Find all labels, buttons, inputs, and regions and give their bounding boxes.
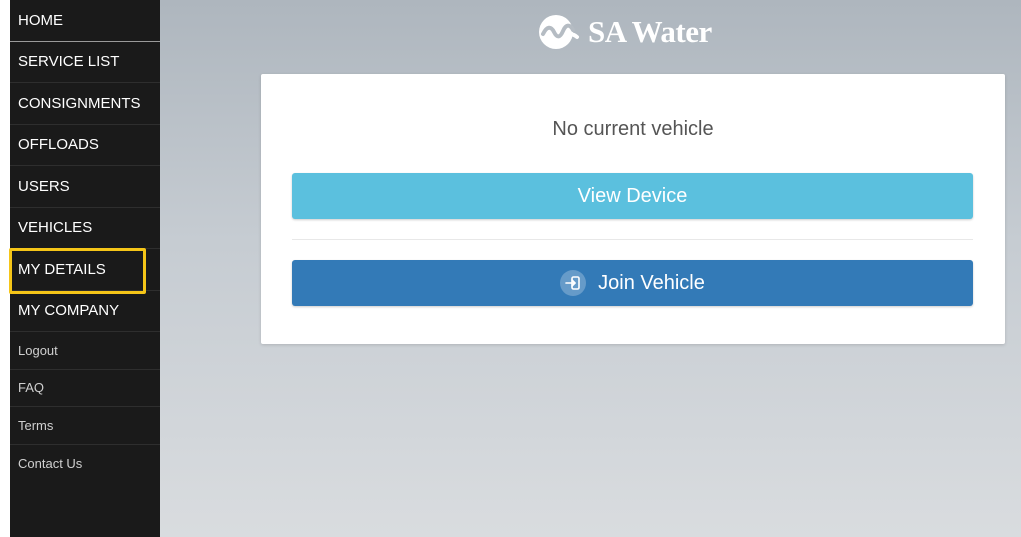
sidebar-nav: HOME SERVICE LIST CONSIGNMENTS OFFLOADS …	[9, 0, 160, 537]
join-vehicle-label: Join Vehicle	[598, 271, 705, 294]
sa-water-logo-icon	[539, 15, 579, 49]
divider	[292, 239, 973, 240]
view-device-label: View Device	[577, 184, 688, 207]
sidebar-item-offloads[interactable]: OFFLOADS	[10, 125, 160, 166]
sidebar-item-label: Terms	[18, 417, 54, 433]
sidebar-item-my-details[interactable]: MY DETAILS	[9, 248, 160, 294]
sidebar-item-contact-us[interactable]: Contact Us	[10, 445, 160, 483]
brand-name: SA Water	[588, 14, 712, 49]
sidebar-item-label: SERVICE LIST	[18, 53, 120, 71]
vehicle-status-text: No current vehicle	[552, 118, 714, 140]
sidebar-item-label: CONSIGNMENTS	[18, 94, 141, 112]
sidebar-item-consignments[interactable]: CONSIGNMENTS	[10, 83, 160, 125]
sidebar-item-service-list[interactable]: SERVICE LIST	[10, 42, 160, 83]
sidebar-item-label: FAQ	[18, 380, 45, 396]
sidebar-item-label: VEHICLES	[18, 219, 93, 237]
sidebar-item-my-company[interactable]: MY COMPANY	[10, 291, 160, 332]
sidebar-item-home[interactable]: HOME	[10, 0, 160, 42]
sidebar-item-label: Logout	[18, 342, 58, 358]
join-vehicle-button[interactable]: Join Vehicle	[292, 260, 973, 306]
vehicle-card: No current vehicle View Device Join Vehi…	[261, 74, 1005, 344]
sidebar-item-vehicles[interactable]: VEHICLES	[10, 208, 160, 249]
sidebar-item-label: HOME	[18, 11, 63, 29]
sidebar-item-faq[interactable]: FAQ	[10, 370, 160, 407]
main-content: SA Water No current vehicle View Device …	[160, 0, 1021, 537]
brand: SA Water	[538, 14, 712, 50]
sidebar-item-label: MY DETAILS	[18, 260, 106, 278]
sidebar-item-users[interactable]: USERS	[10, 166, 160, 208]
sidebar-item-label: MY COMPANY	[18, 302, 120, 320]
sidebar-item-label: OFFLOADS	[18, 136, 99, 154]
sidebar-item-label: Contact Us	[18, 455, 83, 471]
view-device-button[interactable]: View Device	[292, 173, 973, 219]
sign-in-icon	[560, 270, 587, 296]
sidebar-item-logout[interactable]: Logout	[10, 332, 160, 370]
sidebar-item-terms[interactable]: Terms	[10, 407, 160, 445]
sidebar-item-label: USERS	[18, 177, 70, 195]
